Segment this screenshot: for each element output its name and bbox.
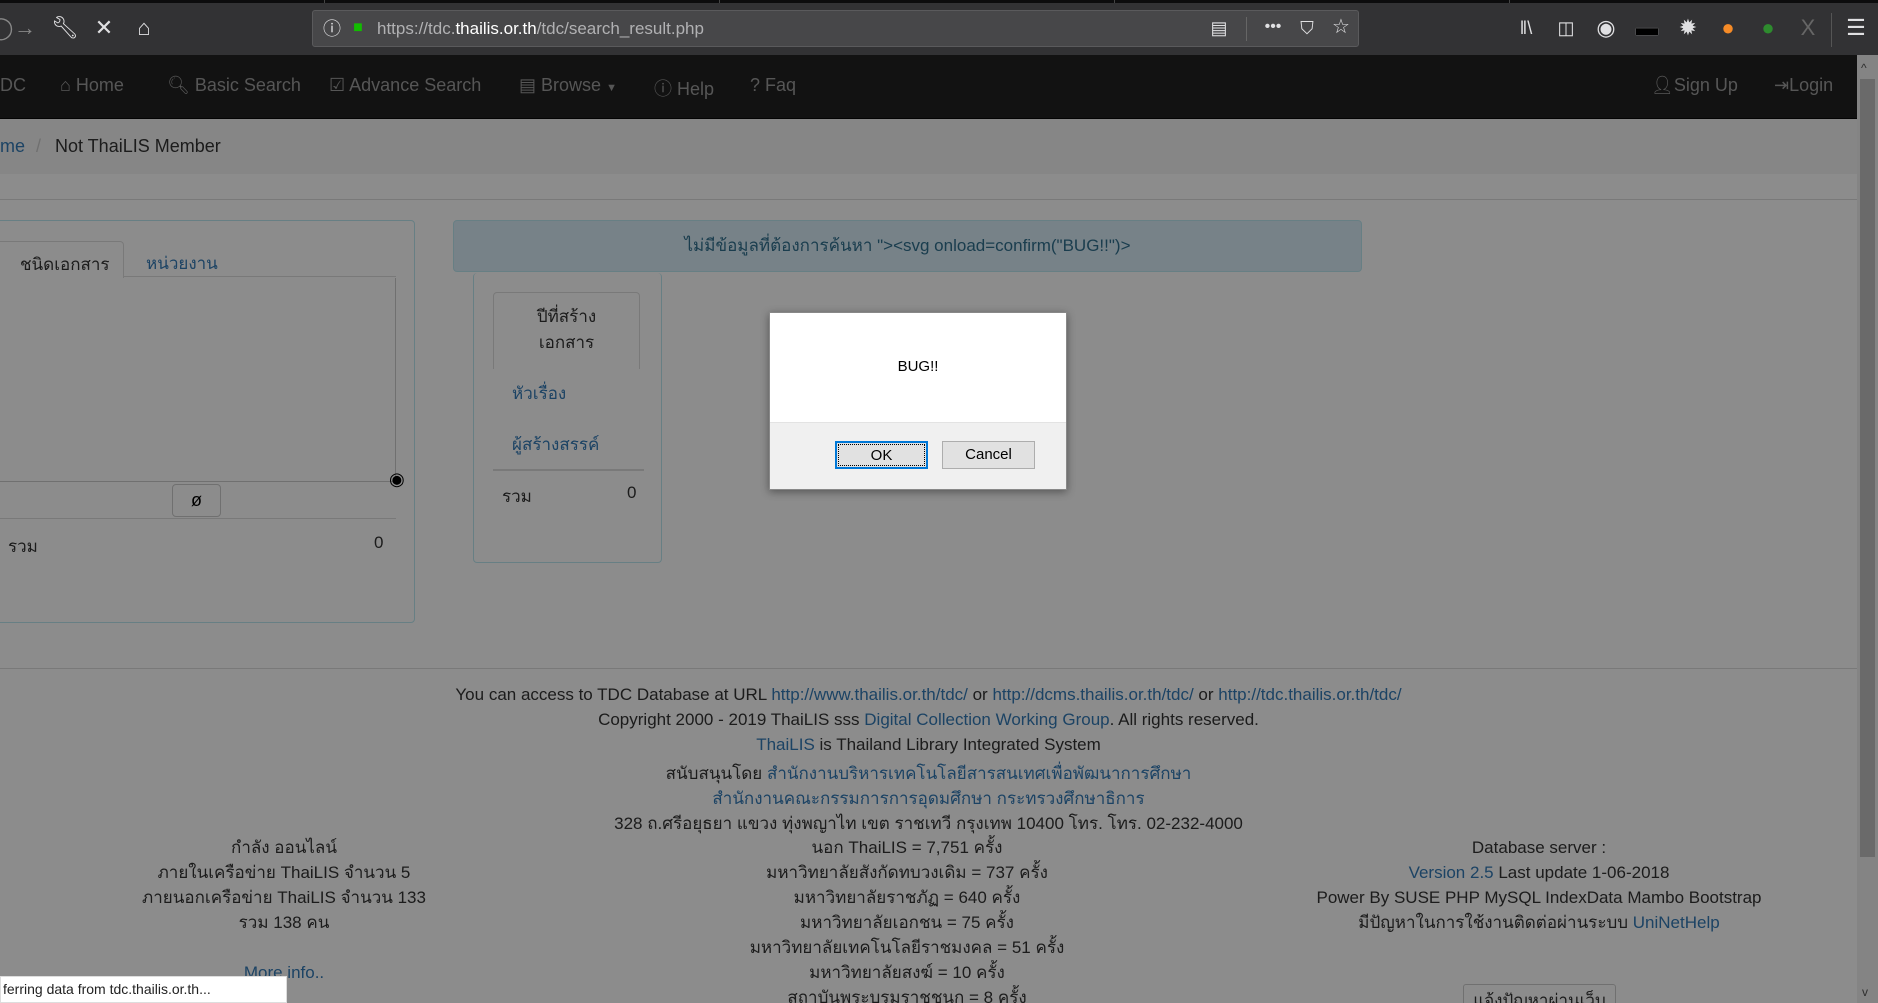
- ok-button[interactable]: OK: [835, 441, 928, 469]
- url-prefix: https://tdc.: [377, 19, 456, 38]
- hamburger-menu-icon[interactable]: ☰: [1843, 16, 1869, 40]
- info-icon[interactable]: ⓘ: [319, 17, 345, 41]
- url-bar[interactable]: ⓘ ■ https://tdc.thailis.or.th/tdc/search…: [312, 10, 1359, 47]
- home-icon[interactable]: ⌂: [131, 16, 157, 40]
- account-icon[interactable]: ◉: [1593, 16, 1619, 40]
- dialog-message: BUG!!: [897, 358, 939, 375]
- url-domain: thailis.or.th: [455, 19, 537, 38]
- stop-icon[interactable]: ✕: [91, 16, 117, 40]
- status-bar-text: ferring data from tdc.thailis.or.th...: [0, 976, 287, 1003]
- url-text[interactable]: https://tdc.thailis.or.th/tdc/search_res…: [377, 19, 704, 39]
- divider: [1246, 17, 1247, 41]
- gear-icon[interactable]: ✹: [1675, 16, 1701, 40]
- url-path: /tdc/search_result.php: [536, 19, 704, 38]
- wrench-icon[interactable]: 🔧︎: [51, 16, 79, 40]
- bookmark-star-icon[interactable]: ☆: [1328, 15, 1354, 39]
- confirm-dialog: BUG!! OK Cancel: [769, 312, 1067, 490]
- lock-icon: ■: [353, 19, 363, 36]
- cancel-button[interactable]: Cancel: [942, 441, 1035, 469]
- firefox-icon[interactable]: ●: [1715, 16, 1741, 40]
- more-actions-icon[interactable]: •••: [1260, 15, 1286, 39]
- forward-icon[interactable]: →: [12, 16, 38, 40]
- x-extension-icon[interactable]: X: [1795, 16, 1821, 40]
- sidebar-icon[interactable]: ◫: [1553, 16, 1579, 40]
- extension-icon[interactable]: ●: [1755, 16, 1781, 40]
- pocket-icon[interactable]: ⛉: [1294, 16, 1320, 40]
- monitor-icon[interactable]: ▬: [1634, 16, 1660, 40]
- reader-view-icon[interactable]: ▤: [1206, 16, 1232, 40]
- divider: [1831, 13, 1832, 47]
- modal-backdrop: [0, 55, 1878, 1003]
- browser-toolbar: ◯ → 🔧︎ ✕ ⌂ ⓘ ■ https://tdc.thailis.or.th…: [0, 3, 1878, 55]
- library-icon[interactable]: ‖\: [1513, 16, 1539, 40]
